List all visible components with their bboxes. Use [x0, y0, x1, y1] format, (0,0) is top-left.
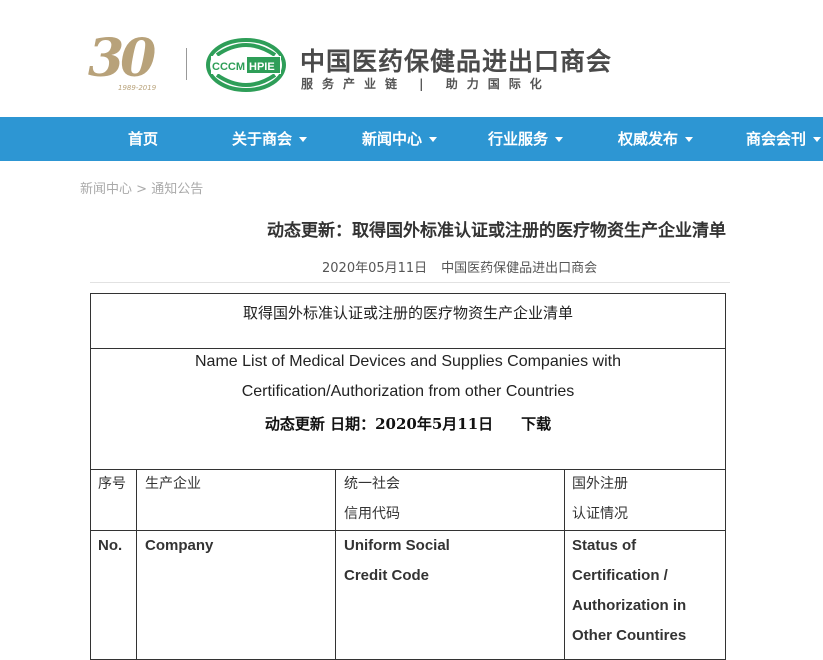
caret-down-icon — [685, 137, 694, 142]
header-status-cn-line2: 认证情况 — [572, 506, 628, 522]
table-subtitle-row: Name List of Medical Devices and Supplie… — [90, 348, 726, 470]
header-credit-cn-line2: 信用代码 — [344, 506, 400, 522]
anniversary-years: 1989-2019 — [118, 84, 157, 92]
header-no-en: No. — [98, 537, 123, 554]
header-credit-en-line2: Credit Code — [344, 567, 430, 584]
header-credit-en-line1: Uniform Social — [344, 537, 450, 554]
nav-label: 权威发布 — [618, 130, 679, 148]
column-divider — [564, 469, 565, 660]
breadcrumb-current-link[interactable]: 通知公告 — [151, 182, 203, 197]
anniversary-number: 30 — [88, 28, 156, 89]
nav-label: 行业服务 — [488, 130, 549, 148]
article-date: 2020年05月11日 — [322, 261, 428, 276]
nav-label: 新闻中心 — [362, 130, 423, 148]
header-credit-cn-line1: 统一社会 — [344, 476, 400, 492]
emblem-right-text: HPIE — [249, 61, 275, 73]
caret-down-icon — [813, 137, 822, 142]
cccmhpie-emblem-icon[interactable]: CCCM HPIE — [205, 37, 287, 93]
update-date-text: 动态更新 日期：2020年5月11日 — [264, 415, 494, 433]
org-slogan: 服务产业链 | 助力国际化 — [301, 77, 551, 91]
article-title: 动态更新：取得国外标准认证或注册的医疗物资生产企业清单 — [267, 221, 726, 241]
table-title-en-line1: Name List of Medical Devices and Supplie… — [195, 353, 621, 370]
nav-label: 商会会刊 — [746, 130, 807, 148]
main-nav: 首页 关于商会 新闻中心 行业服务 权威发布 商会会刊 — [0, 117, 823, 161]
breadcrumb-root-link[interactable]: 新闻中心 — [80, 182, 132, 197]
download-link[interactable]: 下载 — [521, 415, 551, 433]
nav-item-home[interactable]: 首页 — [128, 117, 158, 161]
nav-label: 首页 — [128, 130, 159, 148]
caret-down-icon — [555, 137, 564, 142]
nav-item-about[interactable]: 关于商会 — [232, 117, 308, 161]
anniversary-logo[interactable]: 30 1989-2019 — [88, 28, 168, 96]
nav-item-journal[interactable]: 商会会刊 — [746, 117, 822, 161]
breadcrumb: 新闻中心 > 通知公告 — [80, 178, 203, 197]
column-divider — [136, 469, 137, 660]
header-status-cn-line1: 国外注册 — [572, 476, 628, 492]
nav-item-services[interactable]: 行业服务 — [488, 117, 564, 161]
breadcrumb-separator: > — [136, 182, 148, 197]
caret-down-icon — [299, 137, 308, 142]
header-company-cn: 生产企业 — [145, 476, 201, 492]
table-title-en-line2: Certification/Authorization from other C… — [241, 383, 575, 400]
header-status-en-line3: Authorization in — [572, 597, 687, 614]
table-title-cn: 取得国外标准认证或注册的医疗物资生产企业清单 — [242, 304, 573, 322]
article-source: 中国医药保健品进出口商会 — [441, 261, 598, 276]
org-name[interactable]: 中国医药保健品进出口商会 — [300, 42, 612, 78]
nav-item-news[interactable]: 新闻中心 — [362, 117, 438, 161]
header-status-en-line4: Other Countires — [572, 627, 687, 644]
header-company-en: Company — [145, 537, 214, 554]
table-update-line: 动态更新 日期：2020年5月11日 下载 — [91, 413, 725, 434]
header-status-en-line1: Status of — [572, 537, 637, 554]
table-title-row: 取得国外标准认证或注册的医疗物资生产企业清单 — [90, 293, 726, 349]
header-no-cn: 序号 — [98, 476, 126, 492]
logo-divider — [186, 48, 187, 80]
site-header: 30 1989-2019 CCCM HPIE 中国医药保健品进出口商会 服务产业… — [0, 0, 823, 117]
title-divider — [90, 282, 730, 283]
article-meta: 2020年05月11日 中国医药保健品进出口商会 — [322, 257, 597, 276]
nav-item-releases[interactable]: 权威发布 — [618, 117, 694, 161]
column-divider — [335, 469, 336, 660]
nav-label: 关于商会 — [232, 130, 293, 148]
caret-down-icon — [429, 137, 438, 142]
emblem-left-text: CCCM — [212, 61, 245, 73]
header-status-en-line2: Certification / — [572, 567, 668, 584]
